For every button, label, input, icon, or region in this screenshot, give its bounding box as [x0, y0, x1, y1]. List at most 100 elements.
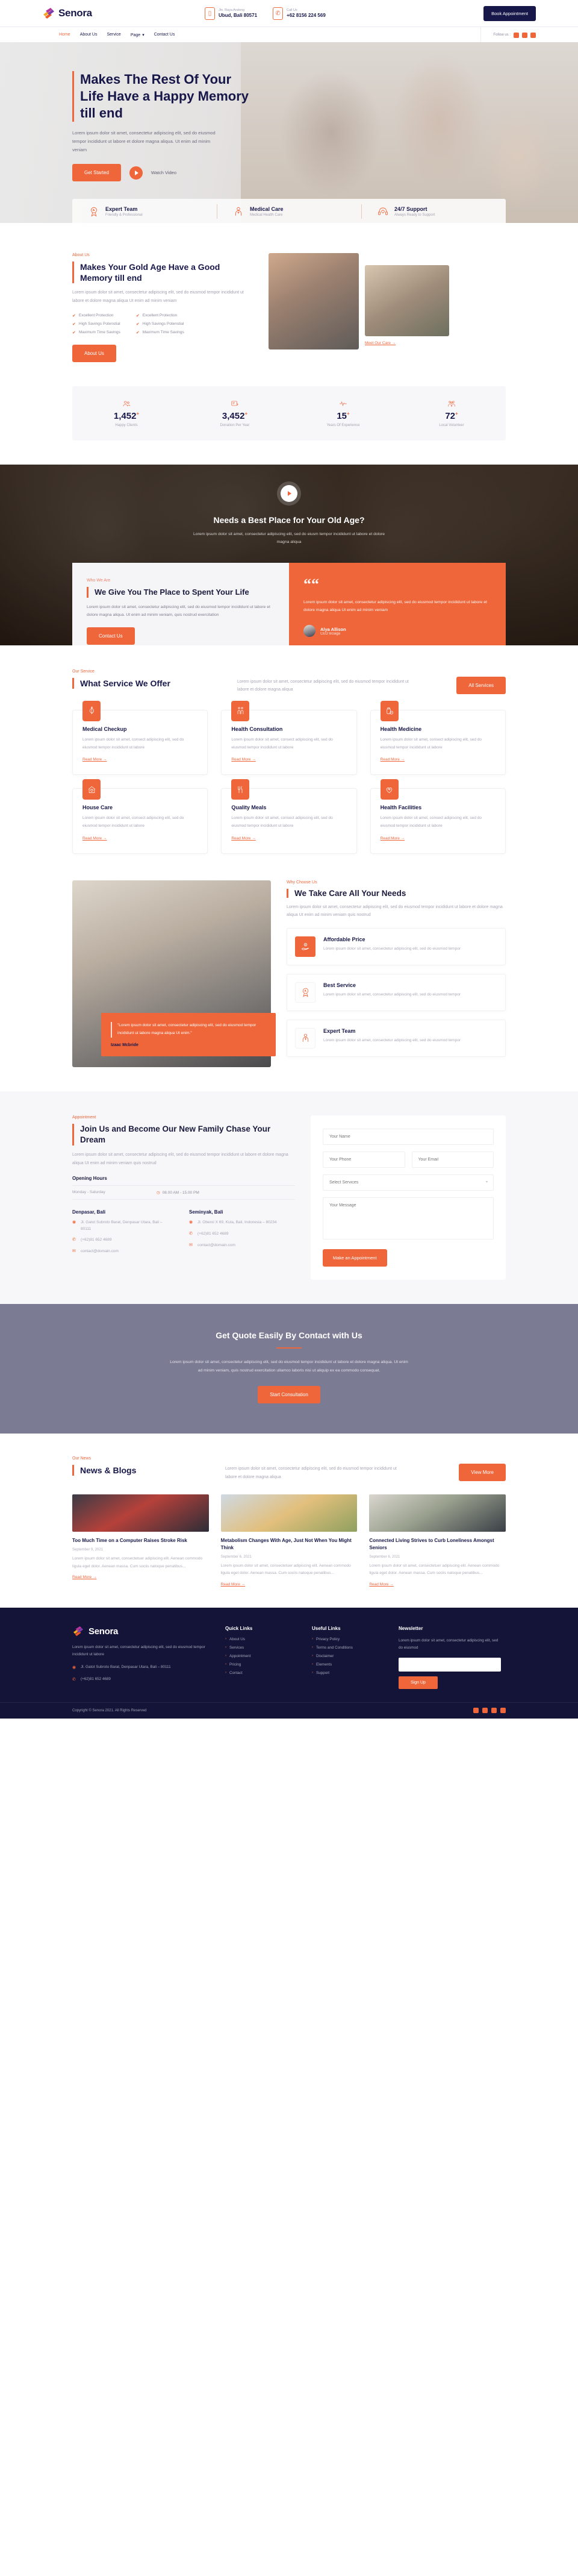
- phone-info[interactable]: ✆ Call Us +62 8156 224 569: [273, 7, 326, 20]
- footer-link-item[interactable]: › Elements: [312, 1662, 384, 1667]
- check-item: ✔ High Savings Potenstial: [136, 322, 184, 327]
- news-card[interactable]: Connected Living Strives to Curb Lonelin…: [369, 1494, 506, 1588]
- quick-links-title: Quick Links: [225, 1625, 253, 1631]
- read-more-link[interactable]: Read More →: [82, 836, 107, 841]
- nav-item-about-us[interactable]: About Us: [80, 33, 98, 37]
- mail-icon: ✉: [189, 1243, 193, 1248]
- news-card[interactable]: Too Much Time on a Computer Raises Strok…: [72, 1494, 209, 1588]
- footer-link-item[interactable]: › Support: [312, 1671, 384, 1675]
- stat-label: Local Volunteer: [439, 423, 464, 427]
- useful-links-title: Useful Links: [312, 1625, 341, 1631]
- services-section: Our Service What Service We Offer Lorem …: [0, 645, 578, 860]
- service-title: Medical Checkup: [82, 725, 127, 732]
- why-card-best-service[interactable]: Best Service Lorem ipsum dolor sit amet,…: [287, 973, 506, 1011]
- why-choose-us-section: "Lorem ipsum dolor sit amet, consectetur…: [0, 860, 578, 1091]
- who-we-are-testimonial: ““ Lorem ipsum dolor sit amet, consectet…: [289, 563, 506, 645]
- newsletter-signup-button[interactable]: Sign Up: [399, 1676, 438, 1689]
- footer-link-item[interactable]: › Privacy Policy: [312, 1637, 384, 1641]
- site-footer: Senora Lorem ipsum dolor sit amet, conse…: [0, 1607, 578, 1719]
- newsletter-email-input[interactable]: [399, 1657, 501, 1672]
- instagram-icon[interactable]: [514, 32, 519, 38]
- news-title: News & Blogs: [80, 1465, 137, 1476]
- twitter-icon[interactable]: [482, 1708, 488, 1713]
- get-started-button[interactable]: Get Started: [72, 164, 121, 182]
- footer-phone-line[interactable]: ✆ (+62)81 652 4689: [72, 1676, 211, 1684]
- phone-input[interactable]: [323, 1151, 405, 1168]
- youtube-icon[interactable]: [491, 1708, 497, 1713]
- location-phone-line[interactable]: ✆ (+62)81 652 4689: [72, 1236, 173, 1244]
- heart-care-icon: [380, 779, 399, 800]
- read-more-link[interactable]: Read More →: [381, 836, 405, 841]
- bullet-icon: ›: [225, 1654, 226, 1658]
- footer-link-item[interactable]: › Appointment: [225, 1654, 297, 1658]
- play-icon[interactable]: [129, 166, 143, 180]
- video-play-icon[interactable]: [281, 484, 297, 502]
- news-card-title: Connected Living Strives to Curb Lonelin…: [369, 1538, 494, 1551]
- footer-about: Senora Lorem ipsum dolor sit amet, conse…: [72, 1626, 211, 1689]
- read-more-link[interactable]: Read More →: [231, 836, 255, 841]
- bullet-icon: ›: [225, 1671, 226, 1675]
- site-logo[interactable]: Senora: [42, 7, 205, 19]
- instagram-icon[interactable]: [500, 1708, 506, 1713]
- youtube-icon[interactable]: [530, 32, 536, 38]
- nav-item-home[interactable]: Home: [59, 33, 70, 37]
- service-card[interactable]: Medical Checkup Lorem ipsum dolor sit am…: [72, 700, 208, 776]
- read-more-link[interactable]: Read More →: [231, 757, 255, 762]
- location-email-line[interactable]: ✉ contact@domain.com: [189, 1242, 290, 1249]
- location-phone-line[interactable]: ✆ (+62)81 652 4689: [189, 1230, 290, 1238]
- opening-time: 08.00 AM - 15.00 PM: [162, 1191, 199, 1196]
- facebook-icon[interactable]: [473, 1708, 479, 1713]
- twitter-icon[interactable]: [522, 32, 527, 38]
- nav-item-contact-us[interactable]: Contact Us: [154, 33, 175, 37]
- about-us-button[interactable]: About Us: [72, 344, 116, 362]
- service-card[interactable]: Health Medicine Lorem ipsum dolor sit am…: [370, 700, 506, 776]
- meet-our-care-link[interactable]: Meet Our Care →: [365, 341, 396, 345]
- location-phone: (+62)81 652 4689: [81, 1238, 112, 1243]
- start-consultation-button[interactable]: Start Consultation: [258, 1386, 320, 1404]
- news-read-more-link[interactable]: Read More →: [221, 1582, 245, 1587]
- footer-link-item[interactable]: › Contact: [225, 1671, 297, 1675]
- footer-link-item[interactable]: › Terms and Conditions: [312, 1646, 384, 1650]
- news-card[interactable]: Metabolism Changes With Age, Just Not Wh…: [220, 1494, 358, 1588]
- nav-item-service[interactable]: Service: [107, 33, 120, 37]
- about-section: About Us Makes Your Gold Age Have a Good…: [0, 223, 578, 368]
- location-email-line[interactable]: ✉ contact@domain.com: [72, 1248, 173, 1255]
- news-card-excerpt: Lorem ipsum dolor sit amet, consectetuer…: [72, 1556, 203, 1568]
- footer-link-item[interactable]: › About Us: [225, 1637, 297, 1641]
- service-text: Lorem ipsum dolor sit amet, consect adip…: [82, 816, 184, 828]
- footer-logo[interactable]: Senora: [72, 1626, 211, 1638]
- view-more-button[interactable]: View More: [459, 1464, 506, 1482]
- service-card[interactable]: Health Consultation Lorem ipsum dolor si…: [221, 700, 357, 776]
- footer-link-item[interactable]: › Pricing: [225, 1662, 297, 1667]
- feature-subtitle: Always Ready to Support: [394, 213, 435, 217]
- brand-name: Senora: [58, 7, 92, 19]
- make-appointment-button[interactable]: Make an Appointment: [323, 1249, 387, 1267]
- watch-video-label[interactable]: Watch Video: [151, 170, 176, 175]
- news-read-more-link[interactable]: Read More →: [369, 1582, 393, 1587]
- people-consult-icon: [231, 700, 250, 721]
- email-input[interactable]: [411, 1151, 494, 1168]
- contact-us-button[interactable]: Contact Us: [87, 627, 135, 645]
- read-more-link[interactable]: Read More →: [381, 757, 405, 762]
- footer-quick-links: Quick Links › About Us › Services › Appoint…: [225, 1626, 297, 1689]
- message-textarea[interactable]: [323, 1197, 494, 1239]
- service-card[interactable]: House Care Lorem ipsum dolor sit amet, c…: [72, 779, 208, 854]
- service-card[interactable]: Health Facilities Lorem ipsum dolor sit …: [370, 779, 506, 854]
- why-card-expert-team[interactable]: Expert Team Lorem ipsum dolor sit amet, …: [287, 1019, 506, 1057]
- why-card-affordable-price[interactable]: Affordable Price Lorem ipsum dolor sit a…: [287, 927, 506, 965]
- book-appointment-button[interactable]: Book Appointment: [483, 5, 536, 21]
- name-input[interactable]: [323, 1128, 494, 1145]
- service-card[interactable]: Quality Meals Lorem ipsum dolor sit amet…: [221, 779, 357, 854]
- select-services-dropdown[interactable]: [323, 1174, 494, 1191]
- news-read-more-link[interactable]: Read More →: [72, 1575, 96, 1579]
- all-services-button[interactable]: All Services: [456, 676, 506, 694]
- footer-link-item[interactable]: › Services: [225, 1646, 297, 1650]
- footer-link-item[interactable]: › Disclaimer: [312, 1654, 384, 1658]
- read-more-link[interactable]: Read More →: [82, 757, 107, 762]
- nav-item-page[interactable]: Page ▾: [131, 33, 144, 37]
- who-title: We Give You The Place to Spent Your Life: [95, 588, 249, 597]
- copyright-text: Copyright © Senora 2021. All Rights Rese…: [72, 1708, 147, 1713]
- stat-value: 15: [337, 410, 347, 421]
- why-eyebrow: Why Choose Us: [287, 880, 317, 885]
- author-name: Alya Allison: [320, 626, 346, 632]
